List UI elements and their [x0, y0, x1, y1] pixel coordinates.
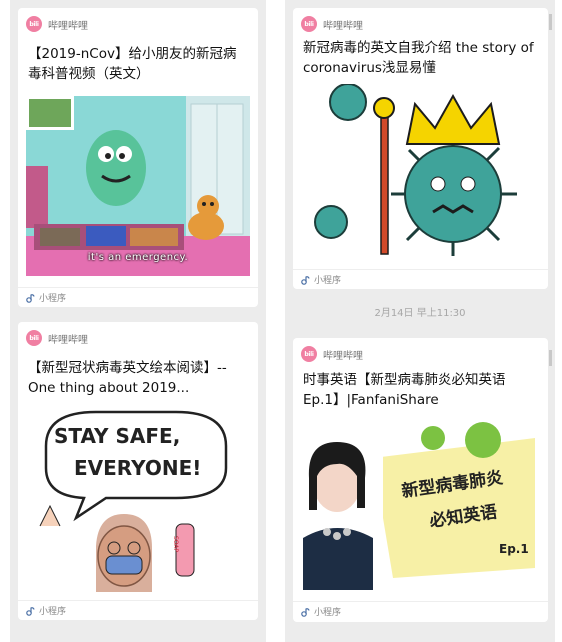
mini-program-label: 小程序	[314, 276, 342, 286]
card-header: bili 哔哩哔哩	[26, 16, 88, 32]
mini-program-card-3[interactable]: bili 哔哩哔哩 【新型冠状病毒英文绘本阅读】--One thing abou…	[18, 322, 258, 620]
message-timestamp: 2月14日 早上11:30	[374, 308, 466, 319]
video-thumbnail: it's an emergency.	[26, 96, 250, 276]
video-thumbnail: STAY SAFE, EVERYONE! SOAP	[26, 406, 250, 592]
mini-program-label: 小程序	[39, 294, 67, 304]
mini-program-label: 小程序	[314, 608, 342, 618]
mini-program-card-2[interactable]: bili 哔哩哔哩 新冠病毒的英文自我介绍 the story of coron…	[293, 8, 548, 289]
video-thumbnail	[303, 84, 533, 262]
card-footer: 小程序	[18, 600, 258, 620]
card-title: 【2019-nCov】给小朋友的新冠病毒科普视频（英文）	[28, 46, 237, 82]
video-thumbnail: 新型病毒肺炎 必知英语 Ep.1	[303, 418, 535, 590]
app-name: 哔哩哔哩	[48, 20, 88, 32]
bilibili-logo-icon: bili	[26, 16, 42, 32]
mini-program-icon	[26, 293, 35, 303]
card-title: 时事英语【新型病毒肺炎必知英语 Ep.1】|FanfaniShare	[303, 372, 506, 408]
mini-program-card-4[interactable]: bili 哔哩哔哩 时事英语【新型病毒肺炎必知英语 Ep.1】|FanfaniS…	[293, 338, 548, 622]
card-header: bili 哔哩哔哩	[301, 346, 363, 362]
app-name: 哔哩哔哩	[323, 350, 363, 362]
bubble-text-line2: EVERYONE!	[74, 456, 202, 480]
card-title: 【新型冠状病毒英文绘本阅读】--One thing about 2019...	[28, 360, 227, 396]
app-name: 哔哩哔哩	[48, 334, 88, 346]
scroll-tick-bottom	[549, 350, 552, 366]
app-name: 哔哩哔哩	[323, 20, 363, 32]
bilibili-logo-icon: bili	[301, 16, 317, 32]
card-footer: 小程序	[293, 601, 548, 621]
poster-episode: Ep.1	[499, 542, 529, 556]
mini-program-card-1[interactable]: bili 哔哩哔哩 【2019-nCov】给小朋友的新冠病毒科普视频（英文） i…	[18, 8, 258, 307]
scroll-tick-top	[549, 14, 552, 30]
card-header: bili 哔哩哔哩	[26, 330, 88, 346]
card-footer: 小程序	[293, 269, 548, 289]
card-title: 新冠病毒的英文自我介绍 the story of coronavirus浅显易懂	[303, 40, 534, 76]
mini-program-icon	[301, 275, 310, 285]
mini-program-icon	[26, 606, 35, 616]
soap-label: SOAP	[172, 536, 179, 553]
bubble-text-line1: STAY SAFE,	[54, 424, 181, 448]
video-subtitle: it's an emergency.	[87, 252, 189, 263]
bilibili-logo-icon: bili	[301, 346, 317, 362]
bilibili-logo-icon: bili	[26, 330, 42, 346]
card-header: bili 哔哩哔哩	[301, 16, 363, 32]
card-footer: 小程序	[18, 287, 258, 307]
mini-program-label: 小程序	[39, 607, 67, 617]
mini-program-icon	[301, 607, 310, 617]
